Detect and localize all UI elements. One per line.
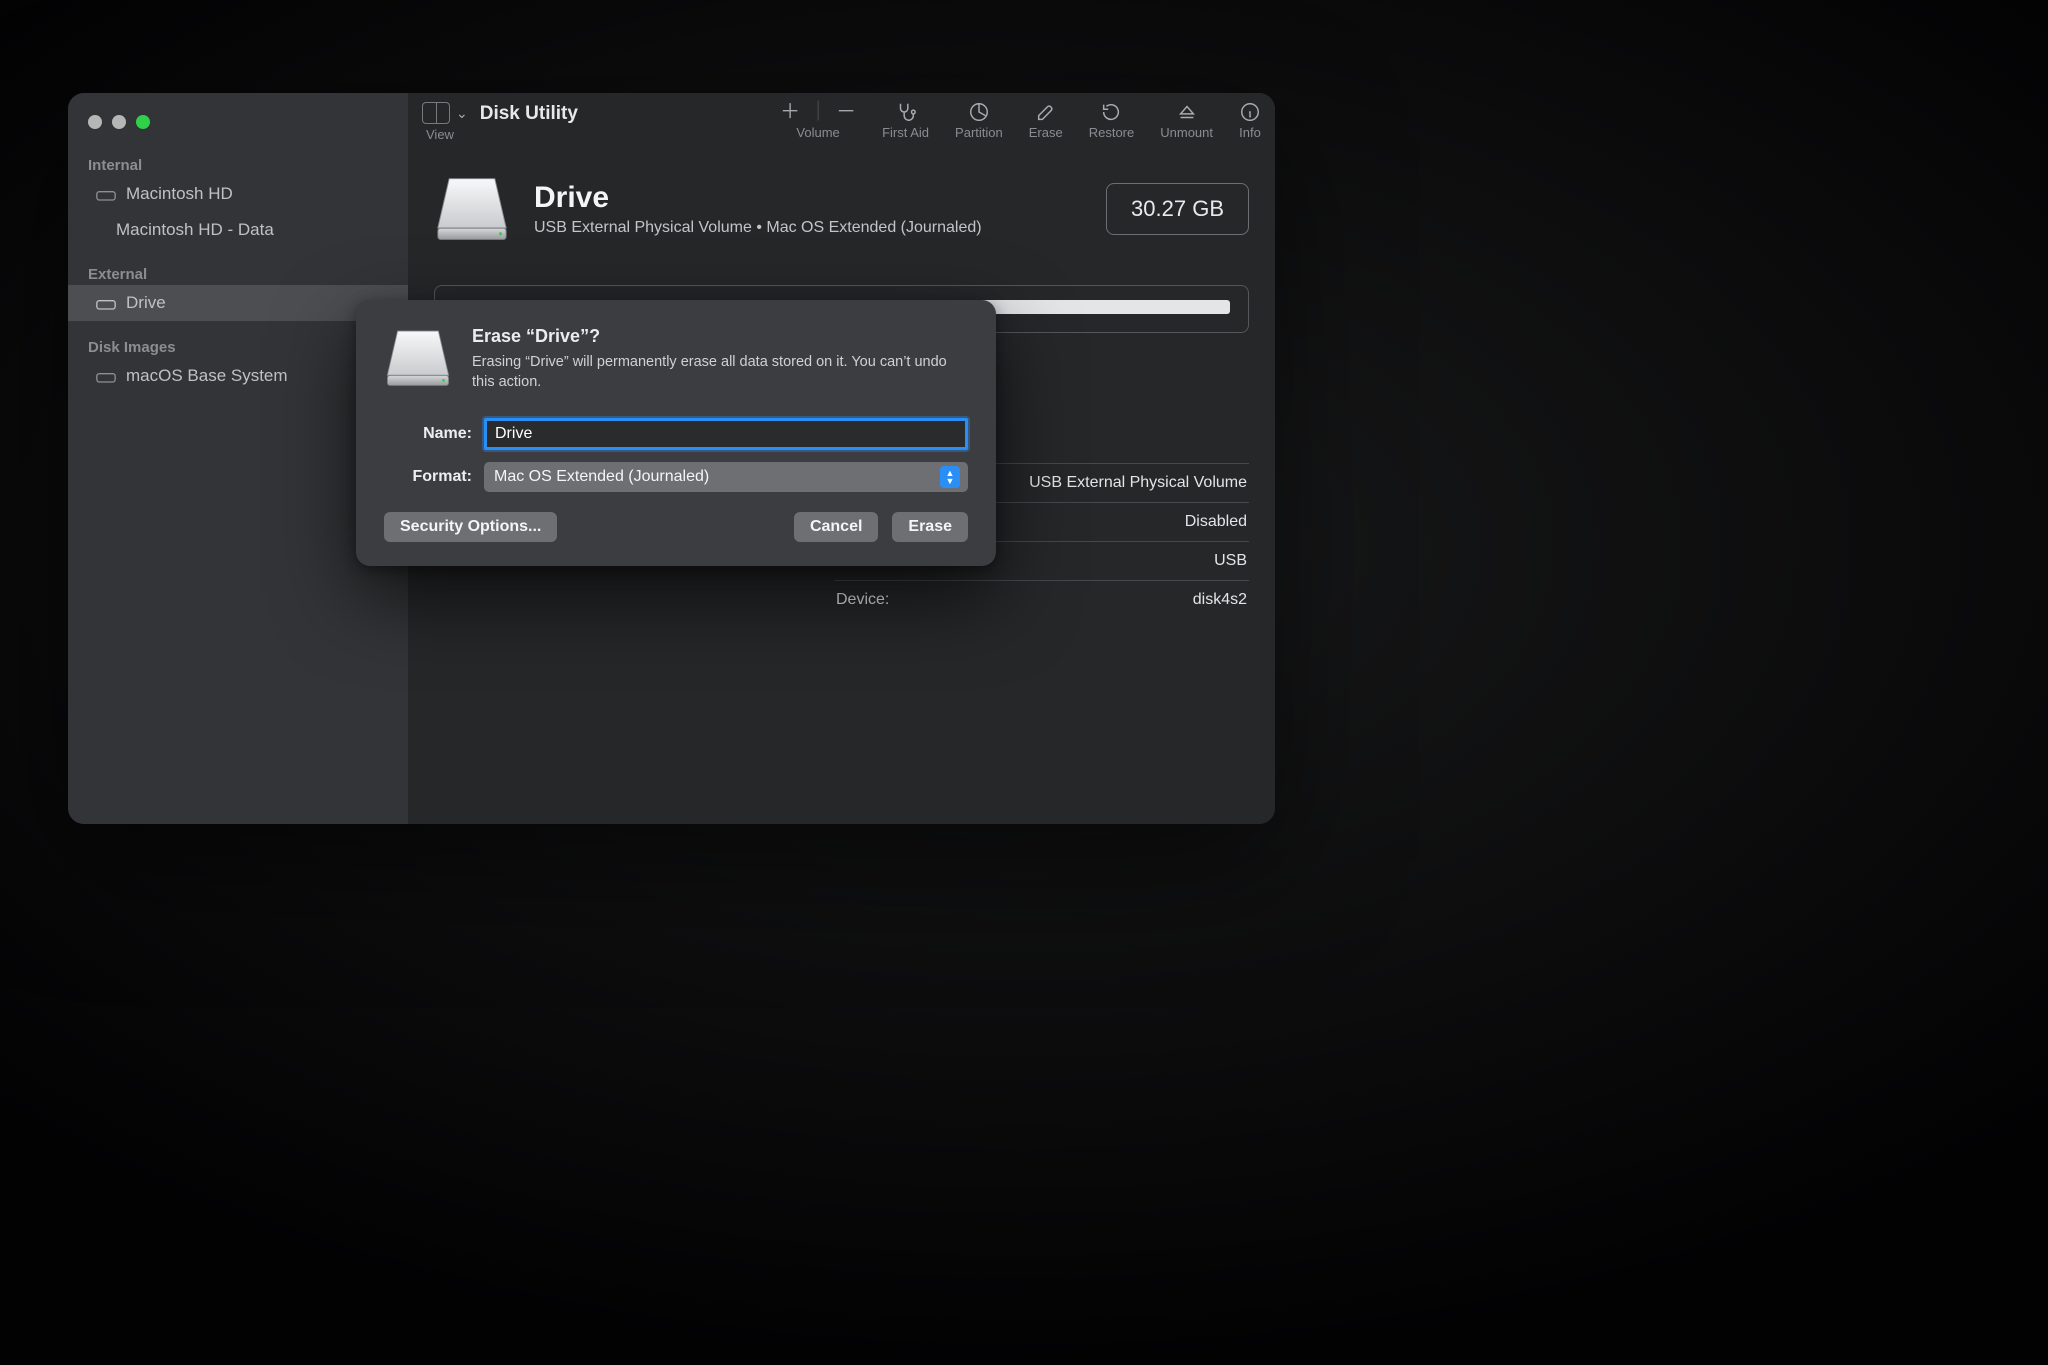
sidebar-item-macintosh-hd-data[interactable]: Macintosh HD - Data xyxy=(68,212,408,248)
toolbar-restore[interactable]: Restore xyxy=(1089,101,1135,140)
sidebar-item-label: Macintosh HD xyxy=(126,184,233,204)
updown-icon: ▲▼ xyxy=(940,466,960,488)
sidebar-item-label: Drive xyxy=(126,293,166,313)
disk-image-icon xyxy=(96,369,116,383)
toolbar-partition-label: Partition xyxy=(955,125,1003,140)
sidebar-item-label: macOS Base System xyxy=(126,366,288,386)
minimize-button[interactable] xyxy=(112,115,126,129)
erase-sheet: Erase “Drive”? Erasing “Drive” will perm… xyxy=(356,300,996,566)
toolbar-info[interactable]: Info xyxy=(1239,101,1261,140)
sheet-body: Erasing “Drive” will permanently erase a… xyxy=(472,353,968,392)
volume-header: Drive USB External Physical Volume • Mac… xyxy=(434,173,1249,245)
volume-name: Drive xyxy=(534,181,982,215)
info-value: disk4s2 xyxy=(1193,591,1247,609)
pie-icon xyxy=(968,101,990,123)
stethoscope-icon xyxy=(895,101,917,123)
internal-disk-icon xyxy=(96,187,116,201)
volume-subtitle: USB External Physical Volume • Mac OS Ex… xyxy=(534,219,982,237)
toolbar-volume-label: Volume xyxy=(796,125,839,140)
toolbar-right: ＋｜－ Volume First Aid Partition Erase xyxy=(780,101,1261,140)
chevron-down-icon[interactable]: ⌄ xyxy=(456,105,468,122)
toolbar-unmount[interactable]: Unmount xyxy=(1160,101,1213,140)
zoom-button[interactable] xyxy=(136,115,150,129)
toolbar-info-label: Info xyxy=(1239,125,1261,140)
security-options-button[interactable]: Security Options... xyxy=(384,512,557,542)
name-input[interactable] xyxy=(484,418,968,450)
erase-button[interactable]: Erase xyxy=(892,512,968,542)
format-label: Format: xyxy=(384,468,472,486)
toolbar-partition[interactable]: Partition xyxy=(955,101,1003,140)
format-value: Mac OS Extended (Journaled) xyxy=(494,468,709,486)
toolbar: ⌄ Disk Utility View ＋｜－ Volume First Aid xyxy=(408,93,1275,155)
minus-icon: － xyxy=(836,101,856,123)
info-row: Device: disk4s2 xyxy=(834,581,1249,619)
restore-icon xyxy=(1100,101,1122,123)
toolbar-erase-label: Erase xyxy=(1029,125,1063,140)
name-label: Name: xyxy=(384,425,472,443)
toolbar-view-label: View xyxy=(426,127,454,142)
info-value: USB xyxy=(1214,552,1247,570)
toolbar-first-aid-label: First Aid xyxy=(882,125,929,140)
sheet-title: Erase “Drive”? xyxy=(472,326,968,347)
disk-icon xyxy=(384,326,452,390)
toolbar-volume[interactable]: ＋｜－ Volume xyxy=(780,101,856,140)
sidebar-section-external: External xyxy=(68,260,408,285)
sidebar-item-macintosh-hd[interactable]: Macintosh HD xyxy=(68,176,408,212)
info-value: USB External Physical Volume xyxy=(1029,474,1247,492)
toolbar-erase[interactable]: Erase xyxy=(1029,101,1063,140)
toolbar-view-group: ⌄ Disk Utility View xyxy=(422,101,578,142)
info-icon xyxy=(1239,101,1261,123)
volume-size: 30.27 GB xyxy=(1106,183,1249,235)
toolbar-restore-label: Restore xyxy=(1089,125,1135,140)
info-key: Device: xyxy=(836,591,889,609)
info-value: Disabled xyxy=(1185,513,1247,531)
close-button[interactable] xyxy=(88,115,102,129)
toolbar-unmount-label: Unmount xyxy=(1160,125,1213,140)
app-title: Disk Utility xyxy=(480,103,578,125)
external-disk-icon xyxy=(96,296,116,310)
disk-icon xyxy=(434,173,510,245)
toolbar-first-aid[interactable]: First Aid xyxy=(882,101,929,140)
format-select[interactable]: Mac OS Extended (Journaled) ▲▼ xyxy=(484,462,968,492)
sidebar-item-label: Macintosh HD - Data xyxy=(116,220,274,240)
sidebar-section-internal: Internal xyxy=(68,151,408,176)
eject-icon xyxy=(1176,101,1198,123)
window-controls xyxy=(68,111,408,151)
cancel-button[interactable]: Cancel xyxy=(794,512,878,542)
view-toggle-icon[interactable] xyxy=(422,102,450,124)
plus-icon: ＋ xyxy=(780,101,800,123)
erase-icon xyxy=(1035,101,1057,123)
